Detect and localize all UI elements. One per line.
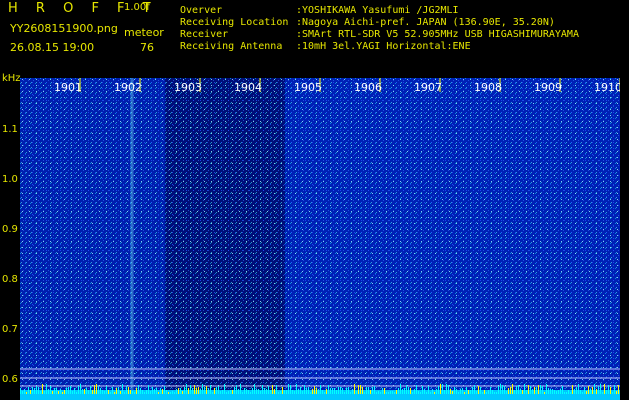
app-version: 1.00f (124, 2, 150, 13)
x-tick-label: 1906 (354, 81, 382, 94)
x-tick-label: 1907 (414, 81, 442, 94)
x-tick-label: 1901 (54, 81, 82, 94)
receiver-key: Receiver (180, 29, 229, 40)
x-tick-label: 1909 (534, 81, 562, 94)
y-tick-label: 0.9 (2, 224, 18, 235)
observer-key: Overver (180, 5, 223, 16)
spectrogram-canvas: 1901 1902 1903 1904 1905 1906 1907 1908 1909 1910 (20, 78, 620, 400)
y-axis-unit: kHz (2, 73, 21, 84)
x-tick-label: 1903 (174, 81, 202, 94)
meteor-count: 76 (140, 41, 154, 54)
capture-datetime: 26.08.15 19:00 (10, 41, 95, 54)
y-tick-label: 1.1 (2, 124, 18, 135)
x-tick-label: 1904 (234, 81, 262, 94)
file-name: YY2608151900.png (10, 22, 118, 35)
spectrogram: 1901 1902 1903 1904 1905 1906 1907 1908 1909 1910 (20, 78, 620, 400)
receiver-value: :SMArt RTL-SDR V5 52.905MHz USB HIGASHIM… (296, 29, 579, 40)
location-key: Receiving Location (180, 17, 289, 28)
antenna-value: :10mH 3el.YAGI Horizontal:ENE (296, 41, 471, 52)
x-tick-label: 1908 (474, 81, 502, 94)
antenna-key: Receiving Antenna (180, 41, 283, 52)
y-tick-label: 0.8 (2, 274, 18, 285)
meteor-label: meteor (124, 26, 164, 39)
y-tick-label: 1.0 (2, 174, 18, 185)
x-tick-label: 1902 (114, 81, 142, 94)
location-value: :Nagoya Aichi-pref. JAPAN (136.90E, 35.2… (296, 17, 555, 28)
y-tick-label: 0.6 (2, 374, 18, 385)
observer-value: :YOSHIKAWA Yasufumi /JG2MLI (296, 5, 459, 16)
x-tick-label: 1910 (594, 81, 620, 94)
y-tick-label: 0.7 (2, 324, 18, 335)
x-tick-label: 1905 (294, 81, 322, 94)
